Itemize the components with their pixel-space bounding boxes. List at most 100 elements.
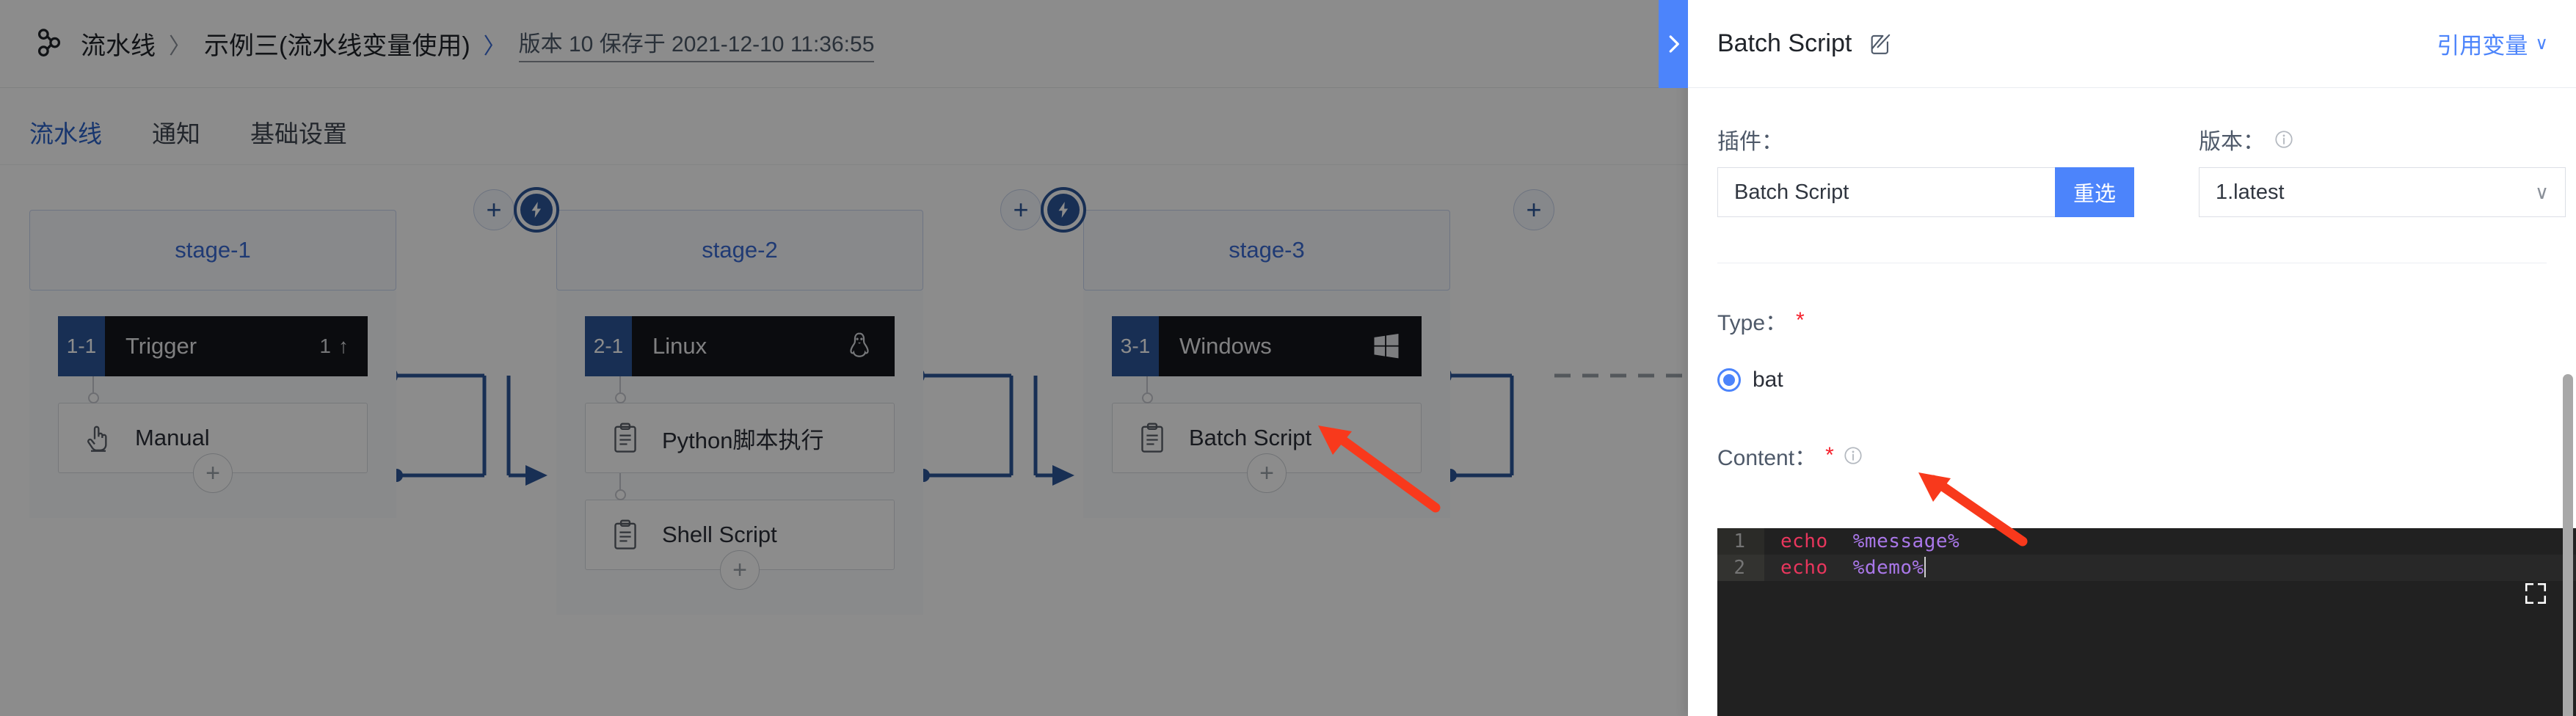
job-count-arrow-icon: ↑ [338, 335, 349, 357]
panel-vertical-scrollbar[interactable] [2563, 374, 2573, 716]
job-meta-2-1 [843, 316, 895, 376]
code-text-2: echo %demo% [1764, 557, 1926, 579]
breadcrumb-version-info[interactable]: 版本 10 保存于 2021-12-10 11:36:55 [518, 26, 875, 62]
job-name-2-1: Linux [652, 333, 707, 359]
plugin-label-text: 插件： [1717, 130, 1783, 154]
radio-dot-selected [1723, 374, 1735, 386]
stage-column-2: stage-2 2-1 Linux Python脚本执行 Shell Scrip… [556, 210, 923, 615]
stage-header-1[interactable]: stage-1 [29, 210, 396, 291]
plugin-input-group: Batch Script 重选 [1717, 167, 2134, 217]
job-node-3-1[interactable]: 3-1 Windows [1112, 316, 1422, 376]
type-label: Type： * [1717, 304, 2547, 337]
content-required-star: * [1825, 443, 1834, 467]
clipboard-script-icon [614, 519, 636, 549]
pipeline-logo-icon [37, 28, 61, 56]
stage-name-1: stage-1 [175, 237, 251, 263]
type-required-star: * [1796, 308, 1805, 332]
type-label-text: Type： [1717, 311, 1788, 335]
task-connector-dot [615, 392, 626, 403]
info-circle-icon[interactable] [1843, 445, 1863, 466]
plugin-label: 插件： [1717, 126, 2134, 154]
line-number-1: 1 [1717, 528, 1764, 555]
fullscreen-expand-icon[interactable] [2523, 581, 2548, 606]
radio-button-bat[interactable] [1717, 368, 1741, 392]
job-meta-3-1 [1370, 316, 1422, 376]
code-token-variable-2: %demo% [1852, 557, 1924, 579]
breadcrumb-root[interactable]: 流水线 [81, 26, 156, 62]
version-select[interactable]: 1.latest ∨ [2199, 167, 2566, 217]
version-field: 版本： 1.latest ∨ [2199, 126, 2566, 217]
add-stage-button-1[interactable]: + [473, 189, 514, 230]
type-block: Type： * bat [1717, 263, 2547, 392]
code-token-command-2: echo [1780, 557, 1828, 579]
reselect-plugin-button[interactable]: 重选 [2055, 167, 2134, 217]
version-label-text: 版本： [2199, 130, 2265, 154]
code-token-variable-1: %message% [1852, 530, 1960, 552]
chevron-down-icon: ∨ [2535, 34, 2548, 54]
task-node-python-script[interactable]: Python脚本执行 [585, 376, 895, 473]
chevron-down-icon: ∨ [2534, 180, 2549, 203]
info-circle-icon[interactable] [2274, 129, 2294, 150]
top-header-bar: 流水线 〉 示例三(流水线变量使用) 〉 版本 10 保存于 2021-12-1… [0, 0, 1688, 88]
code-text-1: echo %message% [1764, 530, 1960, 552]
add-stage-button-3[interactable]: + [1513, 189, 1554, 230]
task-node-shell-script[interactable]: Shell Script + [585, 473, 895, 590]
plugin-version-row: 插件： Batch Script 重选 版本： 1.latest ∨ [1717, 88, 2566, 217]
stage-name-3: stage-3 [1229, 237, 1305, 263]
content-code-editor[interactable]: 1 echo %message% 2 echo %demo% [1717, 528, 2576, 716]
stage-header-3[interactable]: stage-3 [1083, 210, 1450, 291]
task-label-python-script: Python脚本执行 [662, 427, 824, 453]
task-connector-dot [88, 392, 99, 403]
panel-title: Batch Script [1717, 29, 1852, 57]
bolt-inner-1 [520, 194, 553, 226]
code-line-1[interactable]: 1 echo %message% [1717, 528, 2576, 555]
add-task-button-stage-2[interactable]: + [720, 550, 760, 590]
add-task-button-stage-1[interactable]: + [193, 453, 233, 493]
tab-bar: 流水线 通知 基础设置 [0, 88, 1688, 165]
bolt-inner-2 [1047, 194, 1080, 226]
task-node-batch-script[interactable]: Batch Script + [1112, 376, 1422, 493]
stage-name-2: stage-2 [702, 237, 778, 263]
job-meta-1-1: 1 ↑ [319, 316, 368, 376]
task-label-batch-script: Batch Script [1189, 425, 1312, 450]
stage-column-3: stage-3 3-1 Windows Batch Script + [1083, 210, 1450, 518]
code-token-command-1: echo [1780, 530, 1828, 552]
breadcrumb-project[interactable]: 示例三(流水线变量使用) [204, 26, 470, 62]
lightning-bolt-icon [531, 202, 542, 218]
add-task-button-stage-3[interactable]: + [1247, 453, 1287, 493]
code-line-2[interactable]: 2 echo %demo% [1717, 555, 2576, 604]
stage-header-2[interactable]: stage-2 [556, 210, 923, 291]
edit-pencil-icon[interactable] [1868, 32, 1893, 56]
tab-basic-settings[interactable]: 基础设置 [250, 114, 347, 173]
tab-notification[interactable]: 通知 [152, 114, 200, 173]
breadcrumb: 流水线 〉 示例三(流水线变量使用) 〉 版本 10 保存于 2021-12-1… [81, 26, 875, 62]
text-caret [1924, 557, 1926, 577]
clipboard-script-icon [1141, 423, 1163, 453]
content-label-text: Content： [1717, 446, 1817, 470]
clipboard-script-icon [614, 423, 636, 453]
job-name-3-1: Windows [1179, 333, 1272, 359]
task-connector-dot [1142, 392, 1153, 403]
panel-collapse-toggle[interactable] [1659, 0, 1688, 88]
content-label: Content： * [1717, 439, 2547, 472]
reference-variable-button[interactable]: 引用变量 ∨ [2437, 27, 2548, 60]
stage-column-1: stage-1 1-1 Trigger 1 ↑ Manual + [29, 210, 396, 518]
job-node-2-1[interactable]: 2-1 Linux [585, 316, 895, 376]
stage-body-2: 2-1 Linux Python脚本执行 Shell Script + [556, 291, 923, 615]
tab-pipeline[interactable]: 流水线 [29, 114, 102, 173]
plugin-config-panel: Batch Script 引用变量 ∨ 插件： Batch Script 重选 … [1659, 0, 2576, 716]
stage-trigger-bolt-icon-1[interactable] [514, 187, 559, 233]
windows-logo-icon [1374, 333, 1399, 359]
stage-body-1: 1-1 Trigger 1 ↑ Manual + [29, 291, 396, 518]
add-stage-button-2[interactable]: + [1000, 189, 1041, 230]
breadcrumb-separator-1: 〉 [169, 34, 191, 59]
radio-label-bat: bat [1753, 368, 1783, 392]
task-connector-dot [615, 489, 626, 500]
job-node-1-1[interactable]: 1-1 Trigger 1 ↑ [58, 316, 368, 376]
stage-trigger-bolt-icon-2[interactable] [1041, 187, 1086, 233]
line-number-2: 2 [1717, 555, 1764, 581]
app-root: 流水线 〉 示例三(流水线变量使用) 〉 版本 10 保存于 2021-12-1… [0, 0, 2576, 716]
plugin-name-input[interactable]: Batch Script [1717, 167, 2055, 217]
task-node-manual[interactable]: Manual + [58, 376, 368, 493]
type-radio-bat[interactable]: bat [1717, 368, 2547, 392]
